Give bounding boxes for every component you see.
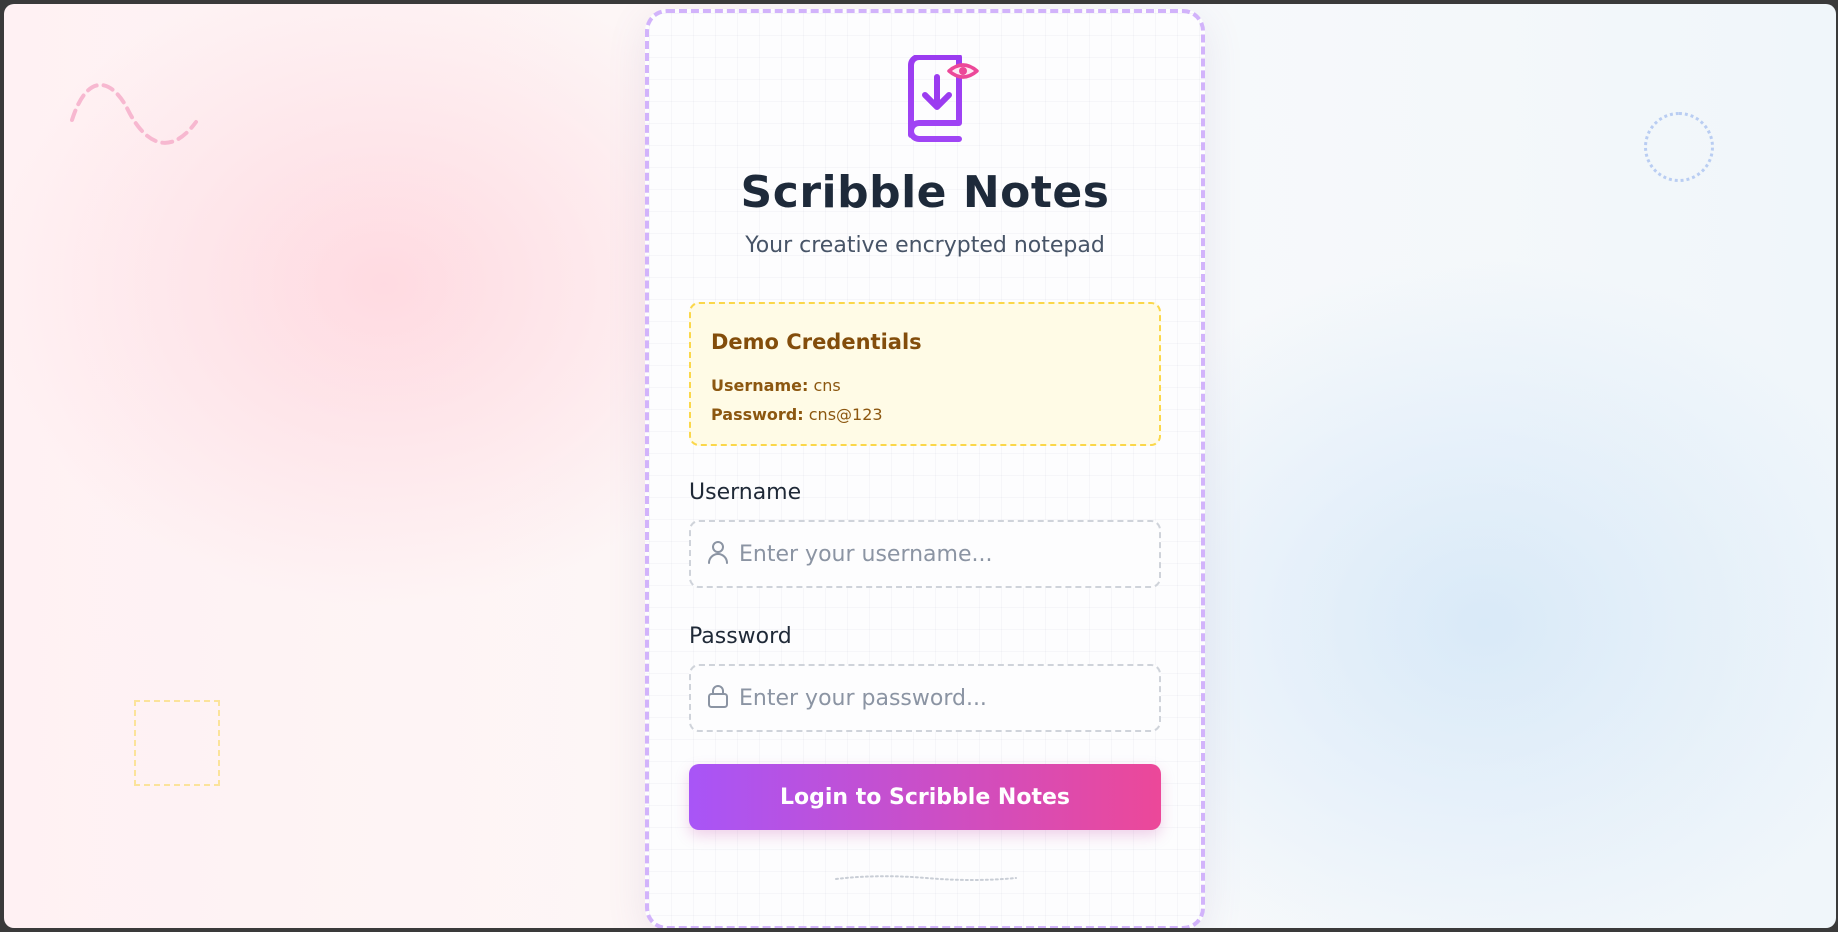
app-subtitle: Your creative encrypted notepad: [745, 233, 1105, 258]
login-card: Scribble Notes Your creative encrypted n…: [645, 9, 1205, 928]
username-label: Username: [689, 480, 802, 505]
page-background: Scribble Notes Your creative encrypted n…: [4, 4, 1836, 928]
decorative-wave: [70, 83, 198, 145]
demo-username-key: Username:: [711, 376, 809, 395]
book-download-eye-icon: [908, 55, 979, 142]
demo-password-value: cns@123: [808, 405, 883, 424]
demo-credentials-title: Demo Credentials: [711, 330, 922, 354]
password-label: Password: [689, 624, 792, 649]
demo-password-key: Password:: [711, 405, 804, 424]
app-title: Scribble Notes: [740, 167, 1110, 218]
user-icon: [708, 541, 728, 564]
username-input[interactable]: [739, 522, 1147, 586]
demo-credentials-box: Demo Credentials Username: cns Password:…: [689, 302, 1161, 446]
demo-username-line: Username: cns: [711, 376, 841, 395]
demo-password-line: Password: cns@123: [711, 405, 883, 424]
password-input[interactable]: [739, 666, 1147, 730]
password-field[interactable]: [689, 664, 1161, 732]
decorative-squiggle: [835, 875, 1017, 881]
demo-username-value: cns: [813, 376, 841, 395]
lock-icon: [708, 685, 728, 708]
username-field[interactable]: [689, 520, 1161, 588]
decorative-circle: [1644, 112, 1714, 182]
login-button[interactable]: Login to Scribble Notes: [689, 764, 1161, 830]
decorative-square: [134, 700, 220, 786]
